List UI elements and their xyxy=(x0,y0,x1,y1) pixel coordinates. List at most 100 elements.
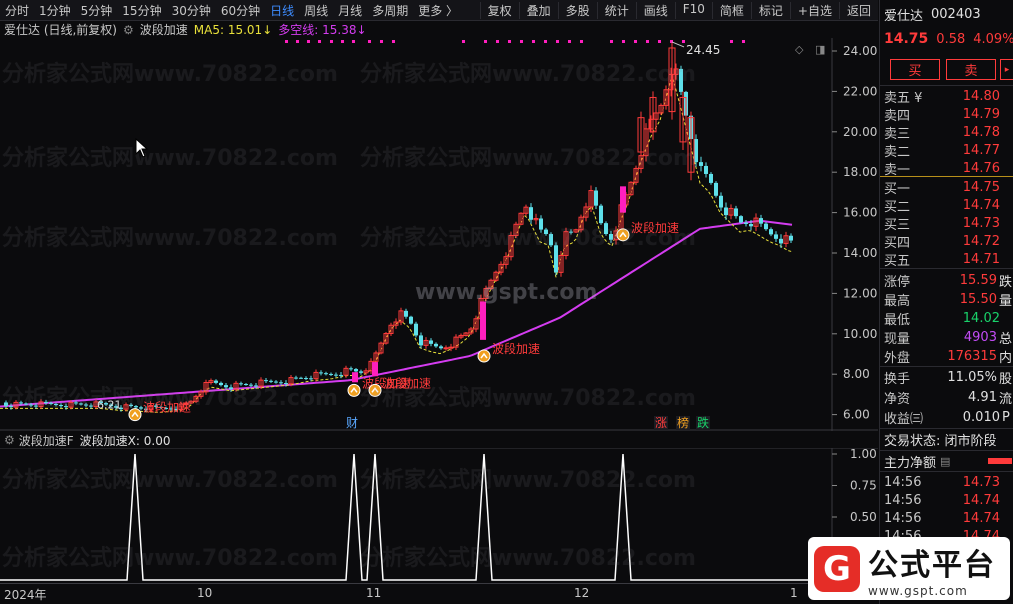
candle-body-down xyxy=(719,195,723,208)
multi-stock-button[interactable]: 多股 xyxy=(557,1,597,19)
candle-body-down xyxy=(334,374,338,376)
period-tab-daily[interactable]: 日线 xyxy=(265,2,299,19)
signal-dot xyxy=(330,40,333,43)
tick-row-1: 14:56 14.74 xyxy=(884,491,1012,509)
signal-dot xyxy=(368,40,371,43)
candle-body-down xyxy=(759,218,763,224)
ask-row-5: 卖五 ¥ 14.80 xyxy=(884,87,1012,106)
stat-row-3: 现量 4903 总 xyxy=(884,328,1012,347)
overlay-button[interactable]: 叠加 xyxy=(518,1,558,19)
stat2-row-2-tail: P xyxy=(1002,409,1010,425)
stat-row-0-tail: 跌 xyxy=(998,274,1012,290)
candle-body-down xyxy=(59,405,63,407)
period-tab-15min[interactable]: 15分钟 xyxy=(117,2,166,19)
candle-body-down xyxy=(709,173,713,183)
bid-row-1: 买一 14.75 xyxy=(884,178,1012,197)
signal-dot xyxy=(532,40,535,43)
tick-row-1-value: 14.74 xyxy=(962,492,1000,508)
sell-button[interactable]: 卖 xyxy=(946,59,996,80)
x-label-nov: 11 xyxy=(366,586,382,600)
candle-body-down xyxy=(329,373,333,375)
stat2-row-1-tail: 流 xyxy=(998,391,1012,407)
stock-title: 爱仕达 (日线,前复权) xyxy=(4,23,117,37)
stat-row-4-label: 外盘 xyxy=(884,350,911,366)
signal-dot xyxy=(610,40,613,43)
highlight-candle xyxy=(372,362,378,377)
candle-body-down xyxy=(429,340,433,344)
stat-row-3-value: 4903 xyxy=(963,329,997,345)
period-toolbar: 分时 1分钟 5分钟 15分钟 30分钟 60分钟 日线 周线 月线 多周期 更… xyxy=(0,0,878,21)
period-tab-1min[interactable]: 1分钟 xyxy=(34,2,76,19)
signal-dot xyxy=(634,40,637,43)
price-tick-label: 12.00 xyxy=(843,286,877,300)
trade-status-text: 交易状态: 闭市阶段 xyxy=(884,433,997,449)
candle-body-down xyxy=(604,223,608,235)
add-watchlist-button[interactable]: +自选 xyxy=(789,1,839,19)
stat2-row-2-value: 0.010 xyxy=(962,409,1000,425)
draw-line-button[interactable]: 画线 xyxy=(635,1,675,19)
ask-row-2: 卖二 14.77 xyxy=(884,141,1012,160)
candle-body-down xyxy=(134,406,138,408)
stats-button[interactable]: 统计 xyxy=(596,1,636,19)
bid-row-2-label: 买二 xyxy=(884,199,911,215)
candle-body-down xyxy=(249,384,253,386)
period-tab-fenshi[interactable]: 分时 xyxy=(0,2,34,19)
candle-body-down xyxy=(49,402,53,404)
period-tab-5min[interactable]: 5分钟 xyxy=(76,2,118,19)
bid-row-3: 买三 14.73 xyxy=(884,214,1012,233)
ask-row-5-value: 14.80 xyxy=(962,88,1000,104)
candle-body-down xyxy=(539,218,543,230)
candle-body-down xyxy=(269,380,273,382)
ask-row-5-label: 卖五 ¥ xyxy=(884,90,923,106)
stat-row-0: 涨停 15.59 跌 xyxy=(884,271,1012,290)
signal-dot xyxy=(742,40,745,43)
period-tab-weekly[interactable]: 周线 xyxy=(299,2,333,19)
ask-row-1-value: 14.76 xyxy=(962,160,1000,176)
period-tab-30min[interactable]: 30分钟 xyxy=(167,2,216,19)
candle-body-down xyxy=(44,401,48,403)
period-tab-more[interactable]: 更多 〉 xyxy=(413,2,463,19)
sub-gear-icon[interactable]: ⚙ xyxy=(4,433,15,447)
bid-row-5-label: 买五 xyxy=(884,253,911,269)
candle-body-down xyxy=(89,405,93,407)
candle-body-down xyxy=(284,383,288,385)
candle-body-down xyxy=(749,224,753,227)
signal-dot xyxy=(307,40,310,43)
signal-marker-icon xyxy=(616,228,630,242)
f10-button[interactable]: F10 xyxy=(674,1,712,19)
candle-body-down xyxy=(304,378,308,380)
candle-body-down xyxy=(319,372,323,374)
buy-button[interactable]: 买 xyxy=(890,59,940,80)
ask-row-2-value: 14.77 xyxy=(962,142,1000,158)
expand-diamond-icon[interactable]: ◇ xyxy=(795,43,804,56)
brand-g-icon: G xyxy=(814,545,860,592)
signal-marker-icon xyxy=(368,383,382,397)
indicator-gear-icon[interactable]: ⚙ xyxy=(123,23,134,37)
indicator-name[interactable]: 波段加速 xyxy=(140,21,188,38)
tick-row-1-label: 14:56 xyxy=(884,492,922,508)
sub-indicator-name[interactable]: 波段加速F xyxy=(19,432,74,449)
sub-indicator-chart[interactable]: 1.000.750.500.25 xyxy=(0,448,878,583)
simple-frame-button[interactable]: 简框 xyxy=(711,1,751,19)
main-flow-label: 主力净额 xyxy=(884,455,937,471)
period-tab-multi[interactable]: 多周期 xyxy=(367,2,413,19)
period-tab-60min[interactable]: 60分钟 xyxy=(216,2,265,19)
flow-menu-icon[interactable]: ▤ xyxy=(940,455,950,468)
candle-body-down xyxy=(214,380,218,383)
candle-body-down xyxy=(24,403,28,405)
ask-row-4-label: 卖四 xyxy=(884,108,911,124)
signal-line xyxy=(0,453,832,581)
period-tab-monthly[interactable]: 月线 xyxy=(333,2,367,19)
candlestick-chart[interactable]: 波段加速波段加速波段加速波段加速波段加速 24.0022.0020.0018.0… xyxy=(0,38,878,431)
mark-button[interactable]: 标记 xyxy=(750,1,790,19)
flow-bar xyxy=(988,458,1012,464)
signal-marker-icon xyxy=(477,349,491,363)
stat-row-2-value: 14.02 xyxy=(962,310,1000,326)
event-badge: 涨 xyxy=(655,415,667,430)
back-button[interactable]: 返回 xyxy=(838,1,878,19)
adjust-button[interactable]: 复权 xyxy=(479,1,519,19)
event-badge: 榜 xyxy=(677,415,689,430)
sub-indicator-value: 波段加速X: 0.00 xyxy=(79,433,171,448)
more-trade-icon[interactable]: ▸ xyxy=(1000,59,1013,80)
panel-toggle-icon[interactable]: ◨ xyxy=(815,43,825,56)
